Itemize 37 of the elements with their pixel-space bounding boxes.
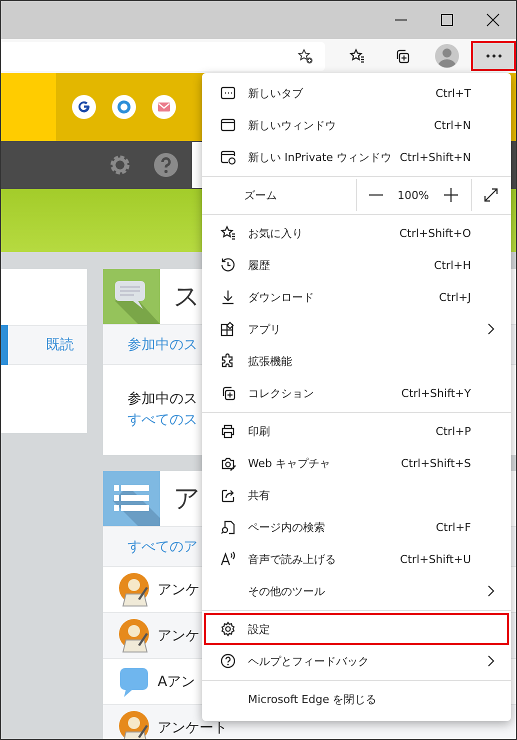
menu-item[interactable]: アプリ (204, 313, 509, 345)
menu-item[interactable]: ヘルプとフィードバック (204, 645, 509, 677)
menu-item[interactable]: Web キャプチャ Ctrl+Shift+S (204, 447, 509, 479)
zoom-level: 100% (396, 188, 430, 202)
shortcut-text: Ctrl+Shift+S (401, 456, 471, 470)
menu-item[interactable]: 新しいウィンドウ Ctrl+N (204, 109, 509, 141)
panel-title: ス (174, 281, 201, 314)
menu-item[interactable]: 設定 (204, 613, 509, 645)
menu-item[interactable]: ページ内の検索 Ctrl+F (204, 511, 509, 543)
menu-item[interactable]: 共有 (204, 479, 509, 511)
menu-item[interactable]: 新しいタブ Ctrl+T (204, 77, 509, 109)
shortcut-text: Ctrl+F (436, 520, 471, 534)
survey-title[interactable]: アンケ (158, 626, 200, 644)
panel-title: ア (174, 483, 201, 516)
menu-item[interactable]: コレクション Ctrl+Shift+Y (204, 377, 509, 409)
menu-item[interactable]: お気に入り Ctrl+Shift+O (204, 217, 509, 249)
menu-item[interactable]: 印刷 Ctrl+P (204, 415, 509, 447)
menu-item[interactable]: Microsoft Edge を閉じる (204, 683, 509, 715)
menu-item[interactable]: 音声で読み上げる Ctrl+Shift+U (204, 543, 509, 575)
survey-title[interactable]: Aアン (158, 672, 196, 690)
menu-item[interactable]: その他のツール (204, 575, 509, 607)
survey-title[interactable]: アンケ (158, 580, 200, 598)
shortcut-text: Ctrl+T (435, 86, 471, 100)
shortcut-text: Ctrl+Shift+O (399, 226, 471, 240)
menu-item[interactable]: 履歴 Ctrl+H (204, 249, 509, 281)
shortcut-text: Ctrl+N (434, 118, 471, 132)
shortcut-text: Ctrl+J (438, 290, 471, 304)
zoom-label: ズーム (243, 188, 278, 202)
shortcut-text: Ctrl+P (436, 424, 471, 438)
menu-item[interactable]: 拡張機能 (204, 345, 509, 377)
shortcut-text: Ctrl+Shift+Y (401, 386, 471, 400)
menu-item[interactable]: ダウンロード Ctrl+J (204, 281, 509, 313)
empty-message: 参加中のス (128, 390, 198, 409)
shortcut-text: Ctrl+Shift+U (400, 552, 471, 566)
shortcut-text: Ctrl+H (434, 258, 471, 272)
shortcut-text: Ctrl+Shift+N (400, 150, 471, 164)
survey-title[interactable]: アンケート (158, 718, 228, 736)
